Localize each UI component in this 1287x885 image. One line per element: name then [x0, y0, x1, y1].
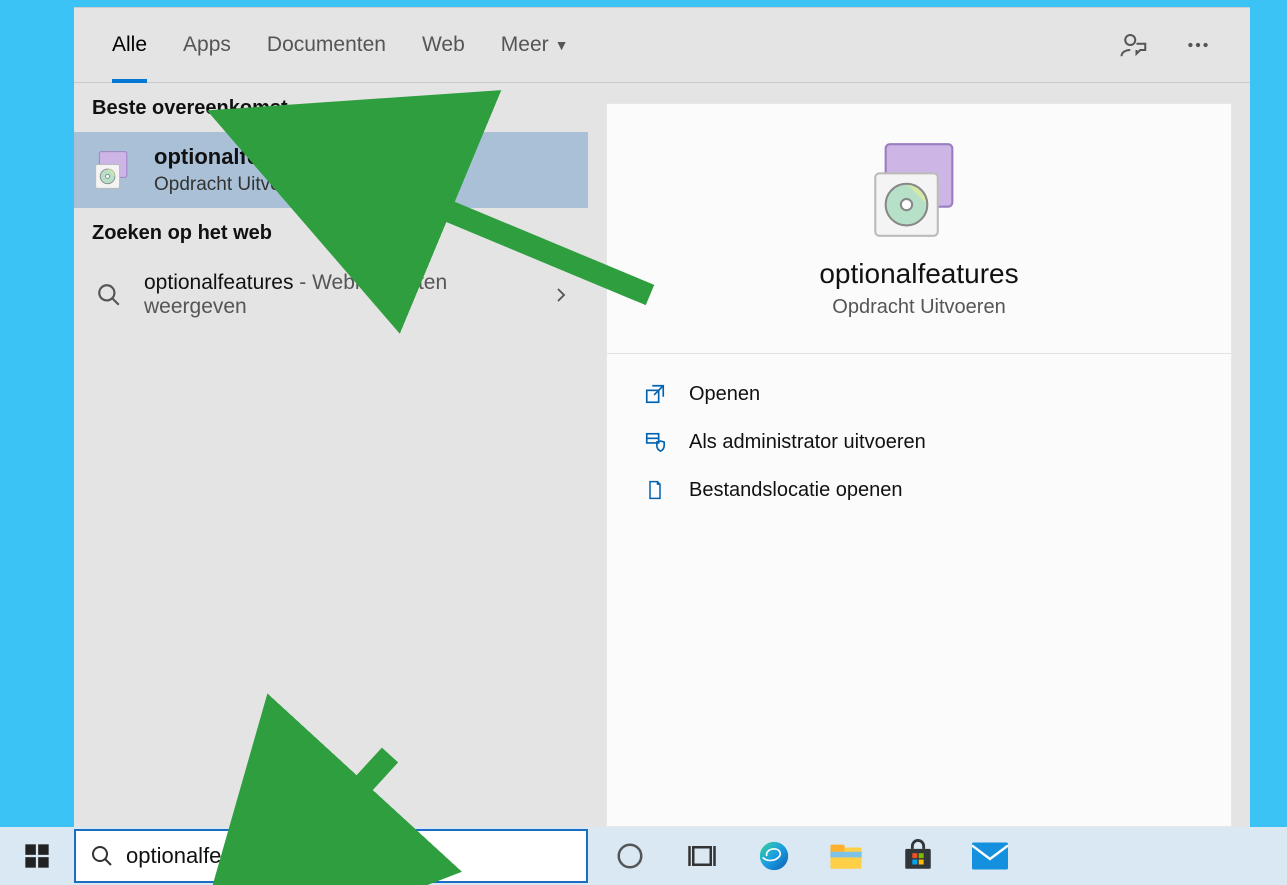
- action-label: Als administrator uitvoeren: [689, 431, 926, 454]
- best-match-result[interactable]: optionalfeatures Opdracht Uitvoeren: [74, 132, 588, 208]
- shield-run-icon: [643, 430, 667, 454]
- installer-icon-large: [869, 140, 969, 240]
- feedback-icon[interactable]: [1116, 27, 1152, 63]
- search-icon: [90, 844, 114, 868]
- search-icon: [92, 278, 126, 312]
- tab-more[interactable]: Meer ▼: [483, 8, 587, 82]
- file-explorer-icon[interactable]: [810, 827, 882, 885]
- action-label: Bestandslocatie openen: [689, 479, 903, 502]
- detail-card: optionalfeatures Opdracht Uitvoeren Open…: [606, 103, 1232, 827]
- tab-apps[interactable]: Apps: [165, 8, 249, 82]
- tab-label: Alle: [112, 33, 147, 57]
- tab-label: Documenten: [267, 33, 386, 57]
- microsoft-store-icon[interactable]: [882, 827, 954, 885]
- tab-label: Web: [422, 33, 465, 57]
- taskbar: [0, 827, 1287, 885]
- chevron-down-icon: ▼: [555, 37, 569, 53]
- detail-subtitle: Opdracht Uitvoeren: [832, 296, 1005, 319]
- edge-icon[interactable]: [738, 827, 810, 885]
- chevron-right-icon: [552, 286, 570, 304]
- start-search-panel: Alle Apps Documenten Web Meer ▼ Beste ove…: [74, 7, 1250, 827]
- results-column: Beste overeenkomst optionalfeatures Opdr…: [74, 83, 588, 827]
- tab-web[interactable]: Web: [404, 8, 483, 82]
- search-input[interactable]: [126, 843, 572, 869]
- detail-title: optionalfeatures: [819, 258, 1018, 290]
- action-open[interactable]: Openen: [607, 370, 1231, 418]
- cortana-icon[interactable]: [594, 827, 666, 885]
- divider: [607, 353, 1231, 354]
- action-run-admin[interactable]: Als administrator uitvoeren: [607, 418, 1231, 466]
- tab-label: Apps: [183, 33, 231, 57]
- action-label: Openen: [689, 383, 760, 406]
- installer-icon: [92, 148, 136, 192]
- open-icon: [643, 382, 667, 406]
- file-location-icon: [643, 478, 667, 502]
- web-result-text: optionalfeatures - Webresultaten weergev…: [144, 271, 534, 319]
- tab-all[interactable]: Alle: [94, 8, 165, 82]
- start-button[interactable]: [0, 827, 74, 885]
- detail-column: optionalfeatures Opdracht Uitvoeren Open…: [588, 83, 1250, 827]
- task-view-icon[interactable]: [666, 827, 738, 885]
- action-open-location[interactable]: Bestandslocatie openen: [607, 466, 1231, 514]
- more-options-icon[interactable]: [1180, 27, 1216, 63]
- best-match-header: Beste overeenkomst: [74, 83, 588, 132]
- search-tabs: Alle Apps Documenten Web Meer ▼: [74, 8, 1250, 83]
- web-result[interactable]: optionalfeatures - Webresultaten weergev…: [74, 257, 588, 333]
- tab-documents[interactable]: Documenten: [249, 8, 404, 82]
- web-header: Zoeken op het web: [74, 208, 588, 257]
- result-subtitle: Opdracht Uitvoeren: [154, 174, 325, 196]
- result-title: optionalfeatures: [154, 144, 325, 170]
- web-result-term: optionalfeatures: [144, 271, 293, 294]
- taskbar-search-box[interactable]: [74, 829, 588, 883]
- mail-icon[interactable]: [954, 827, 1026, 885]
- tab-label: Meer: [501, 33, 549, 57]
